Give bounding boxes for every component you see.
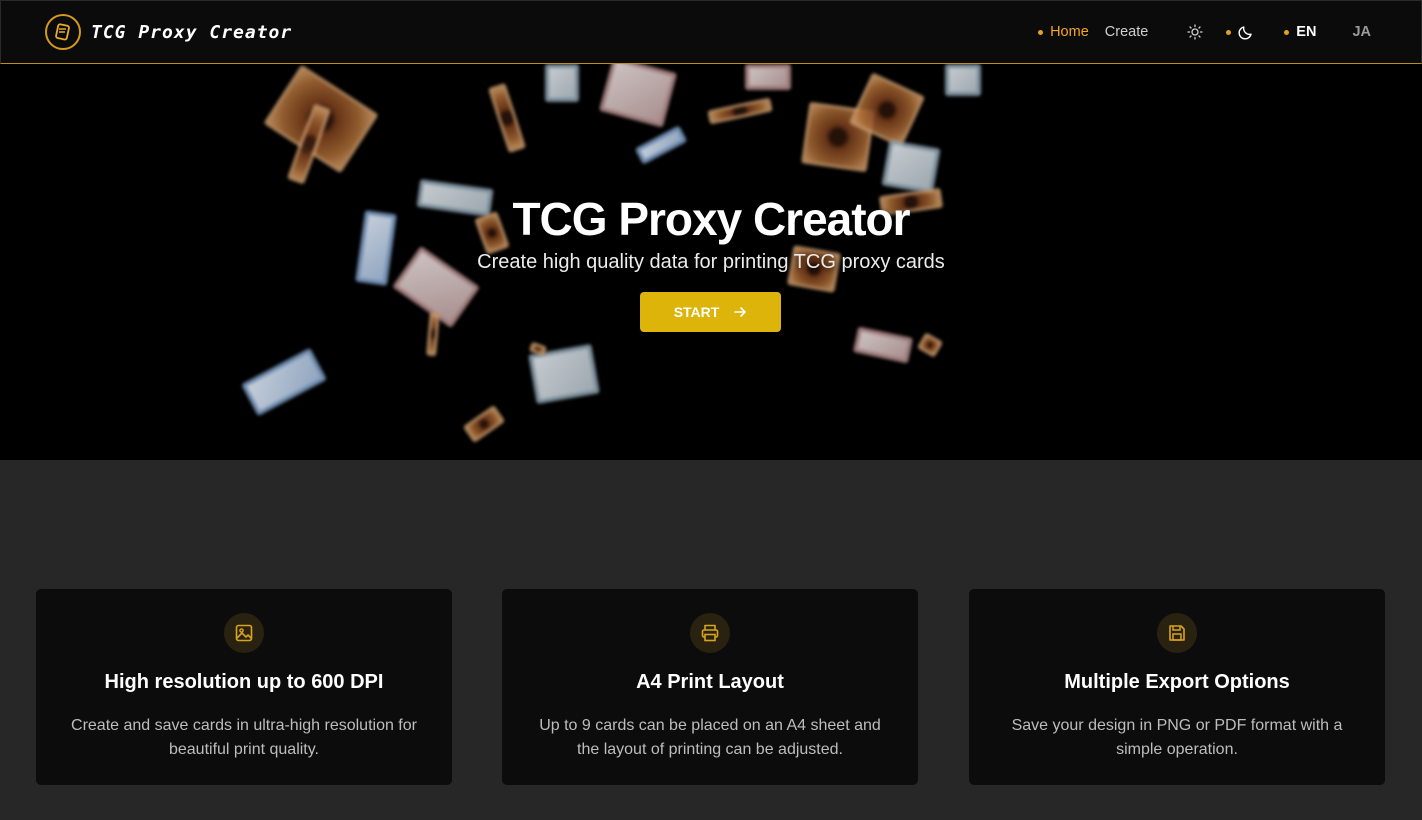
brand-name: TCG Proxy Creator bbox=[91, 21, 293, 43]
light-theme-button[interactable] bbox=[1184, 21, 1206, 43]
lang-ja-button[interactable]: JA bbox=[1352, 24, 1371, 40]
feature-description: Save your design in PNG or PDF format wi… bbox=[1011, 717, 1343, 758]
start-button-label: START bbox=[673, 304, 720, 320]
arrow-right-icon bbox=[734, 307, 747, 317]
floating-card-image bbox=[462, 404, 506, 444]
nav-create-label: Create bbox=[1104, 24, 1149, 40]
active-dot bbox=[1284, 29, 1290, 35]
floating-card-image bbox=[487, 82, 527, 154]
feature-description: Up to 9 cards can be placed on an A4 she… bbox=[539, 717, 881, 758]
start-button[interactable]: START bbox=[640, 292, 781, 332]
brand-link[interactable]: TCG Proxy Creator bbox=[45, 14, 292, 50]
active-dot bbox=[1226, 29, 1232, 35]
logo-icon bbox=[45, 14, 81, 50]
lang-en-button[interactable]: EN bbox=[1284, 24, 1316, 40]
floating-card-image bbox=[426, 311, 440, 357]
dark-theme-button[interactable] bbox=[1226, 24, 1254, 40]
hero-section: TCG Proxy Creator Create high quality da… bbox=[0, 64, 1422, 460]
floating-card-image bbox=[634, 125, 688, 165]
navbar: TCG Proxy Creator Home Create EN JA bbox=[0, 0, 1422, 64]
nav-create-link[interactable]: Create bbox=[1105, 24, 1149, 40]
floating-card-image bbox=[881, 139, 941, 195]
image-icon bbox=[224, 613, 264, 653]
feature-card-export: Multiple Export Options Save your design… bbox=[969, 589, 1385, 785]
floating-card-image bbox=[852, 326, 914, 364]
active-dot bbox=[1038, 29, 1044, 35]
sun-icon bbox=[1187, 24, 1203, 40]
floating-card-image bbox=[545, 64, 579, 102]
printer-icon bbox=[690, 613, 730, 653]
lang-en-label: EN bbox=[1296, 24, 1317, 40]
floating-card-image bbox=[241, 347, 327, 417]
feature-title: A4 Print Layout bbox=[636, 671, 784, 693]
nav-links: Home Create EN JA bbox=[1038, 1, 1371, 63]
lang-ja-label: JA bbox=[1352, 24, 1371, 40]
moon-icon bbox=[1238, 26, 1252, 40]
floating-card-image bbox=[598, 64, 678, 128]
feature-title: High resolution up to 600 DPI bbox=[104, 671, 384, 693]
feature-card-print-layout: A4 Print Layout Up to 9 cards can be pla… bbox=[502, 589, 918, 785]
floating-card-image bbox=[916, 332, 944, 358]
hero-subtitle: Create high quality data for printing TC… bbox=[477, 251, 945, 273]
floating-card-image bbox=[707, 97, 773, 125]
floating-card-image bbox=[745, 64, 791, 90]
feature-card-resolution: High resolution up to 600 DPI Create and… bbox=[36, 589, 452, 785]
hero-title: TCG Proxy Creator bbox=[512, 193, 910, 245]
save-icon bbox=[1157, 613, 1197, 653]
feature-description: Create and save cards in ultra-high reso… bbox=[71, 717, 417, 758]
nav-home-label: Home bbox=[1050, 24, 1089, 40]
nav-home-link[interactable]: Home bbox=[1038, 24, 1089, 40]
floating-card-image bbox=[945, 64, 981, 96]
feature-title: Multiple Export Options bbox=[1064, 671, 1290, 693]
